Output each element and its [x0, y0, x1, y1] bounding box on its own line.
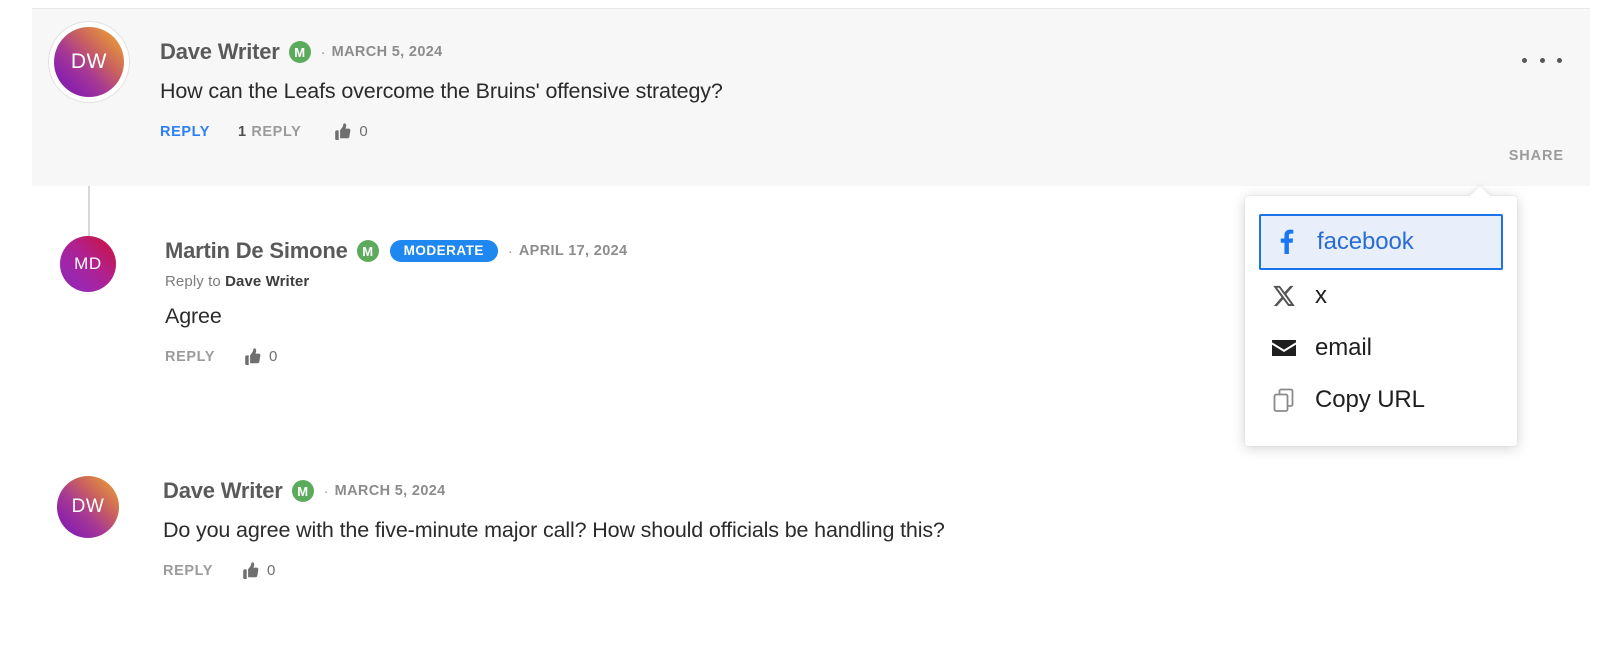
moderate-badge: MODERATE — [389, 239, 498, 263]
share-menu: facebook x email Copy URL — [1245, 186, 1517, 446]
share-menu-caret-icon — [1469, 186, 1491, 197]
comment-item-1[interactable]: DW Dave Writer M · MARCH 5, 2024 How can… — [32, 8, 1590, 186]
share-menu-item-copy-url[interactable]: Copy URL — [1245, 374, 1517, 426]
avatar-wrapper: MD — [32, 222, 116, 292]
thumbs-up-icon[interactable] — [331, 122, 352, 142]
share-menu-item-label: Copy URL — [1315, 386, 1425, 413]
like-count: 0 — [359, 123, 368, 141]
timestamp: APRIL 17, 2024 — [518, 243, 628, 259]
replies-count-button[interactable]: 1 REPLY — [238, 124, 301, 140]
comment-text: How can the Leafs overcome the Bruins' o… — [160, 79, 723, 103]
author-name[interactable]: Dave Writer — [163, 478, 283, 504]
facebook-icon — [1271, 229, 1301, 255]
like-control[interactable]: 0 — [239, 561, 275, 581]
x-twitter-icon — [1269, 284, 1299, 308]
avatar-initials: DW — [70, 50, 108, 73]
reply-button[interactable]: REPLY — [163, 563, 213, 579]
dot — [1522, 57, 1527, 63]
more-options-button[interactable] — [1522, 47, 1562, 73]
author-name[interactable]: Martin De Simone — [165, 238, 348, 264]
dot — [1539, 57, 1545, 63]
avatar-initials: MD — [74, 254, 102, 273]
like-count: 0 — [267, 562, 276, 580]
meta-separator: · — [507, 242, 513, 260]
avatar-wrapper: DW — [32, 466, 119, 538]
share-menu-item-label: x — [1315, 282, 1327, 309]
comment-meta: Dave Writer M · MARCH 5, 2024 — [160, 39, 1590, 65]
timestamp: MARCH 5, 2024 — [334, 483, 446, 499]
like-control[interactable]: 0 — [241, 347, 277, 367]
member-badge-icon: M — [288, 41, 311, 63]
share-menu-item-x[interactable]: x — [1245, 270, 1517, 322]
comment-meta: Dave Writer M · MARCH 5, 2024 — [163, 478, 1590, 504]
share-menu-item-label: facebook — [1317, 228, 1414, 255]
comment-body: Dave Writer M · MARCH 5, 2024 Do you agr… — [119, 466, 1590, 582]
avatar[interactable]: MD — [60, 236, 116, 292]
avatar-initials: DW — [71, 496, 105, 517]
like-count: 0 — [269, 348, 278, 366]
thumbs-up-icon[interactable] — [239, 561, 260, 581]
share-menu-item-facebook[interactable]: facebook — [1259, 214, 1503, 270]
thumbs-up-icon[interactable] — [241, 347, 262, 367]
meta-separator: · — [323, 482, 329, 500]
email-icon — [1269, 338, 1299, 358]
avatar[interactable]: DW — [54, 27, 124, 97]
like-control[interactable]: 0 — [331, 122, 368, 142]
reply-to-name: Dave Writer — [225, 273, 310, 290]
share-button[interactable]: SHARE — [1509, 148, 1564, 164]
meta-separator: · — [320, 43, 326, 61]
replies-count-number: 1 — [238, 123, 247, 140]
reply-button[interactable]: REPLY — [165, 349, 215, 365]
reply-to-prefix: Reply to — [165, 273, 226, 290]
share-menu-item-email[interactable]: email — [1245, 322, 1517, 374]
member-badge-icon: M — [291, 480, 314, 502]
dot — [1557, 57, 1562, 63]
share-menu-item-label: email — [1315, 334, 1372, 361]
replies-count-label: REPLY — [251, 123, 302, 140]
comment-thread: DW Dave Writer M · MARCH 5, 2024 How can… — [0, 0, 1622, 652]
member-badge-icon: M — [356, 240, 379, 262]
reply-button[interactable]: REPLY — [160, 124, 210, 140]
comment-actions: REPLY 1 REPLY 0 — [160, 121, 1590, 143]
comment-body: Dave Writer M · MARCH 5, 2024 How can th… — [124, 9, 1590, 143]
comment-item-3[interactable]: DW Dave Writer M · MARCH 5, 2024 Do you … — [32, 466, 1590, 582]
author-name[interactable]: Dave Writer — [160, 39, 280, 65]
avatar[interactable]: DW — [57, 476, 119, 538]
comment-text: Do you agree with the five-minute major … — [163, 518, 945, 542]
copy-url-icon — [1269, 388, 1299, 413]
comment-actions: REPLY 0 — [163, 560, 1590, 582]
timestamp: MARCH 5, 2024 — [331, 44, 443, 60]
avatar-wrapper: DW — [32, 9, 124, 97]
